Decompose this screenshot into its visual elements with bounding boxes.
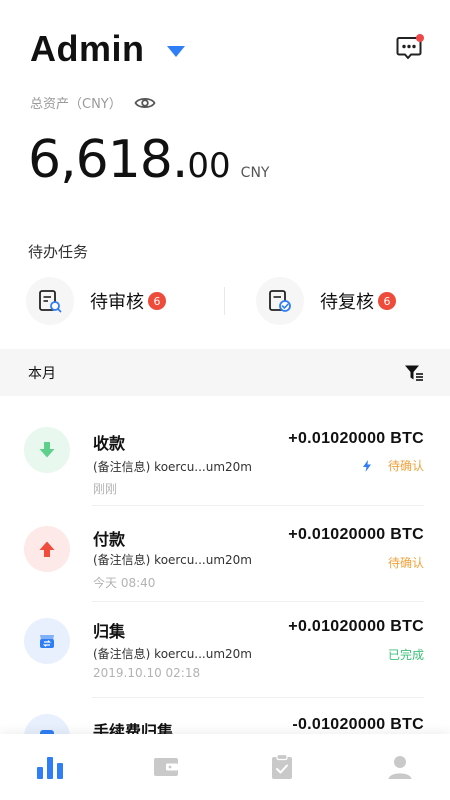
- transaction-amount: -0.01020000 BTC: [292, 716, 424, 733]
- tab-profile[interactable]: [344, 734, 450, 800]
- task-recheck-label: 待复核: [320, 292, 374, 313]
- wallet-icon: [154, 758, 178, 776]
- arrow-up-icon: [24, 526, 70, 572]
- transaction-note: (备注信息) koercu...um20m: [93, 460, 252, 474]
- balance-unit: CNY: [240, 165, 270, 181]
- caret-down-icon: [166, 45, 185, 57]
- account-switcher[interactable]: Admin: [30, 28, 185, 70]
- asset-label-row: 总资产（CNY）: [30, 93, 156, 112]
- balance-decimal: 00: [187, 146, 231, 186]
- task-pending-recheck[interactable]: 待复核 6: [256, 276, 396, 326]
- transaction-title: 付款: [93, 530, 126, 549]
- tab-tasks[interactable]: [226, 734, 338, 800]
- filter-icon[interactable]: [404, 364, 424, 382]
- task-pending-review[interactable]: 待审核 6: [26, 276, 166, 326]
- lightning-icon: [362, 459, 371, 472]
- tab-wallet[interactable]: [110, 734, 222, 800]
- transaction-note: (备注信息) koercu...um20m: [93, 647, 252, 661]
- transaction-row[interactable]: 收款 +0.01020000 BTC (备注信息) koercu...um20m…: [0, 396, 450, 506]
- transaction-status: 待确认: [388, 554, 424, 571]
- transaction-status-text: 待确认: [387, 459, 424, 473]
- account-name: Admin: [30, 28, 145, 69]
- bottom-tab-bar: [0, 734, 450, 800]
- arrow-down-icon: [24, 427, 70, 473]
- period-label: 本月: [28, 366, 56, 382]
- transaction-title: 归集: [93, 622, 126, 641]
- transaction-row[interactable]: 付款 +0.01020000 BTC (备注信息) koercu...um20m…: [0, 506, 450, 602]
- task-review-label: 待审核: [90, 292, 144, 313]
- task-divider: [224, 287, 225, 315]
- transaction-row[interactable]: 归集 +0.01020000 BTC (备注信息) koercu...um20m…: [0, 602, 450, 698]
- unread-dot: [416, 34, 424, 42]
- transaction-amount: +0.01020000 BTC: [288, 618, 424, 635]
- transaction-status: 待确认: [360, 457, 424, 474]
- header: Admin: [0, 0, 450, 90]
- recheck-document-icon: [256, 277, 304, 325]
- user-icon: [388, 756, 412, 779]
- transaction-amount: +0.01020000 BTC: [288, 430, 424, 447]
- tasks-title: 待办任务: [28, 243, 89, 261]
- transaction-status-text: 已完成: [387, 648, 424, 662]
- transaction-title: 收款: [93, 434, 126, 453]
- collect-icon: [24, 618, 70, 664]
- eye-icon[interactable]: [134, 95, 156, 111]
- period-bar: 本月: [0, 349, 450, 396]
- clipboard-check-icon: [272, 754, 292, 779]
- review-document-icon: [26, 277, 74, 325]
- tab-dashboard[interactable]: [0, 734, 106, 800]
- chart-bars-icon: [37, 757, 63, 779]
- transaction-status-text: 待确认: [387, 556, 424, 570]
- transaction-time: 2019.10.10 02:18: [93, 666, 201, 680]
- transaction-status: 已完成: [388, 646, 424, 663]
- task-review-badge: 6: [148, 292, 166, 310]
- balance: 6,618. 00 CNY: [28, 130, 269, 190]
- transaction-time: 今天 08:40: [93, 576, 156, 590]
- asset-label: 总资产（CNY）: [30, 97, 122, 112]
- task-recheck-badge: 6: [378, 292, 396, 310]
- balance-integer: 6,618.: [28, 130, 188, 190]
- transaction-time: 刚刚: [93, 482, 118, 496]
- transaction-note: (备注信息) koercu...um20m: [93, 553, 252, 567]
- transaction-amount: +0.01020000 BTC: [288, 526, 424, 543]
